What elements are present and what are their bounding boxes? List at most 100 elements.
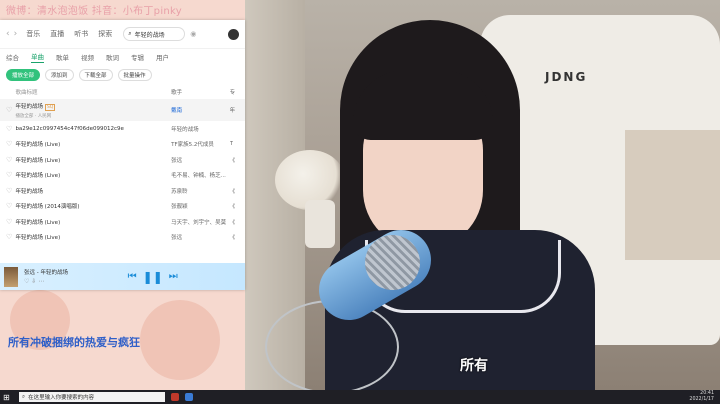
album-cell[interactable]: 《 — [230, 202, 239, 210]
streamer-bangs — [353, 70, 493, 140]
song-title: 年轻的战场 (Live) — [15, 235, 61, 242]
singer-cell[interactable]: 毛不易、钟楠、杨芝... — [171, 171, 229, 179]
table-row[interactable]: ♡ 年轻的战场 (Live) 张远 《 — [0, 230, 245, 246]
heart-icon[interactable]: ♡ — [6, 202, 15, 210]
singer-cell[interactable]: 张远 — [171, 233, 229, 241]
mini-action-icons: ♡ ⇩ ⋯ — [24, 278, 45, 285]
subtab-videos[interactable]: 视频 — [81, 52, 94, 62]
heart-icon[interactable]: ♡ — [6, 171, 15, 179]
taskbar-search-placeholder: 在这里输入你要搜索的内容 — [28, 395, 95, 401]
table-row[interactable]: ♡ 年轻的战场 (Live) 张远 《 — [0, 152, 245, 168]
subtab-lyrics[interactable]: 歌词 — [106, 52, 119, 62]
song-title: ba29e12c0997454c47f06de099012c9e — [15, 125, 124, 132]
song-cell: 年轻的战场 SQ 播放全部 · 人民网 — [15, 102, 171, 119]
singer-cell[interactable]: 戴南 — [171, 106, 229, 114]
now-playing-bar: 张远 - 年轻的战场 ♡ ⇩ ⋯ ⏮ ❚❚ ⏭ — [0, 263, 245, 290]
song-title: 年轻的战场 (Live) — [15, 219, 61, 226]
video-subtitle: 所有 — [460, 358, 488, 374]
singer-cell[interactable]: TF家族5.2代成员 — [171, 140, 229, 148]
search-result-tabs: 综合 单曲 歌单 视频 歌词 专辑 用户 — [0, 49, 245, 65]
heart-icon[interactable]: ♡ — [6, 106, 15, 114]
search-icon: ⌕ — [22, 393, 26, 400]
singer-cell[interactable]: 年轻的战场 — [171, 125, 229, 133]
heart-icon[interactable]: ♡ — [6, 140, 15, 148]
subtab-playlists[interactable]: 歌单 — [56, 52, 69, 62]
tab-music[interactable]: 音乐 — [26, 29, 40, 39]
back-arrow-icon[interactable]: ‹ — [6, 29, 10, 39]
singer-cell[interactable]: 张远 — [171, 156, 229, 164]
chair-logo: JDNG — [545, 70, 588, 84]
system-clock[interactable]: 20:41 2022/1/17 — [689, 391, 714, 403]
add-to-button[interactable]: 添加到 — [45, 69, 74, 81]
album-cover[interactable] — [4, 266, 18, 287]
vase — [305, 200, 335, 248]
table-row[interactable]: ♡ 年轻的战场 (2014演唱版) 张靓颖 《 — [0, 199, 245, 215]
album-cell[interactable]: 《 — [230, 233, 239, 241]
voice-search-icon[interactable]: ◉ — [190, 30, 196, 38]
previous-track-icon[interactable]: ⏮ — [128, 271, 137, 282]
subtab-songs[interactable]: 单曲 — [31, 51, 44, 63]
pause-icon[interactable]: ❚❚ — [143, 270, 163, 284]
taskbar-app-icon[interactable] — [171, 393, 179, 401]
tab-live[interactable]: 直播 — [50, 29, 64, 39]
heart-icon[interactable]: ♡ — [6, 187, 15, 195]
microphone-head — [365, 235, 420, 290]
now-playing-title[interactable]: 张远 - 年轻的战场 — [24, 268, 68, 276]
album-cell[interactable]: 《 — [230, 187, 239, 195]
heart-icon[interactable]: ♡ — [6, 233, 15, 241]
album-cell[interactable]: 《 — [230, 156, 239, 164]
song-title: 年轻的战场 (2014演唱版) — [15, 204, 80, 211]
table-row[interactable]: ♡ 年轻的战场 (Live) 马天宇、刘宇宁、吴莫 《 — [0, 214, 245, 230]
heart-icon[interactable]: ♡ — [6, 156, 15, 164]
singer-cell[interactable]: 苏泉聆 — [171, 187, 229, 195]
table-header: 歌曲标题 歌手 专 — [0, 85, 245, 99]
heart-icon[interactable]: ♡ — [6, 218, 15, 226]
album-cell[interactable]: 《 — [230, 218, 239, 226]
singer-cell[interactable]: 马天宇、刘宇宁、吴莫 — [171, 218, 229, 226]
column-album: 专 — [229, 90, 236, 96]
action-bar: 播放全部 添加到 下载全部 批量操作 — [0, 65, 245, 85]
table-row[interactable]: ♡ 年轻的战场 SQ 播放全部 · 人民网 戴南 年 — [0, 99, 245, 121]
search-value: 年轻的战场 — [134, 31, 165, 39]
search-icon: ⌕ — [128, 30, 132, 37]
shelf — [625, 130, 720, 260]
taskbar: ⊞ ⌕ 在这里输入你要搜索的内容 20:41 2022/1/17 — [0, 390, 720, 404]
download-all-button[interactable]: 下载全部 — [78, 69, 113, 81]
play-all-button[interactable]: 播放全部 — [6, 69, 41, 81]
webcam-video: JDNG 所有 — [245, 0, 720, 390]
now-playing-info: 张远 - 年轻的战场 ♡ ⇩ ⋯ — [24, 268, 68, 285]
tab-audiobook[interactable]: 听书 — [74, 29, 88, 39]
taskbar-app-icon[interactable] — [185, 393, 193, 401]
tab-explore[interactable]: 探索 — [98, 29, 112, 39]
avatar[interactable] — [228, 28, 239, 40]
taskbar-search-input[interactable]: ⌕ 在这里输入你要搜索的内容 — [19, 392, 165, 402]
song-title: 年轻的战场 (Live) — [15, 142, 61, 149]
song-title: 年轻的战场 — [15, 103, 43, 110]
clock-date: 2022/1/17 — [689, 397, 714, 402]
next-track-icon[interactable]: ⏭ — [169, 271, 178, 282]
album-cell[interactable]: 年 — [230, 106, 239, 114]
subtab-albums[interactable]: 专辑 — [131, 52, 144, 62]
table-row[interactable]: ♡ 年轻的战场 苏泉聆 《 — [0, 183, 245, 199]
column-singer: 歌手 — [171, 90, 183, 96]
table-row[interactable]: ♡ 年轻的战场 (Live) TF家族5.2代成员 T — [0, 137, 245, 153]
player-nav-bar: ‹ › 音乐 直播 听书 探索 ⌕ 年轻的战场 ◉ — [0, 20, 245, 49]
lyrics-subtitle: 所有冲破捆绑的热爱与疯狂 — [8, 336, 140, 349]
quality-badge: SQ — [44, 103, 56, 111]
song-title: 年轻的战场 (Live) — [15, 173, 61, 180]
table-row[interactable]: ♡ 年轻的战场 (Live) 毛不易、钟楠、杨芝... — [0, 168, 245, 184]
album-cell[interactable]: T — [230, 141, 239, 147]
song-title: 年轻的战场 — [15, 188, 43, 195]
search-input[interactable]: ⌕ 年轻的战场 — [123, 27, 186, 41]
subtab-users[interactable]: 用户 — [156, 52, 169, 62]
column-song: 歌曲标题 — [15, 90, 38, 96]
singer-cell[interactable]: 张靓颖 — [171, 202, 229, 210]
batch-operation-button[interactable]: 批量操作 — [117, 69, 152, 81]
social-handles-overlay: 微博：清水泡泡饭 抖音：小布丁pinky — [6, 6, 182, 17]
table-row[interactable]: ♡ ba29e12c0997454c47f06de099012c9e 年轻的战场 — [0, 121, 245, 137]
windows-start-icon[interactable]: ⊞ — [3, 393, 13, 402]
forward-arrow-icon[interactable]: › — [14, 29, 18, 39]
subtab-all[interactable]: 综合 — [6, 52, 19, 62]
music-player-window: ‹ › 音乐 直播 听书 探索 ⌕ 年轻的战场 ◉ 综合 单曲 歌单 视频 歌词… — [0, 20, 245, 290]
heart-icon[interactable]: ♡ — [6, 125, 15, 133]
